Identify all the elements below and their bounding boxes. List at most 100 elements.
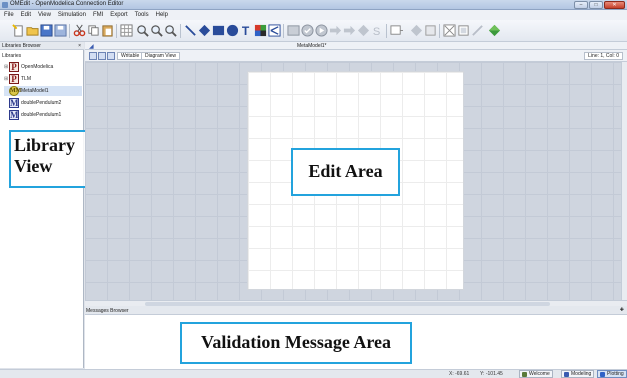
check-model-icon[interactable] bbox=[287, 24, 300, 37]
bitmap-tool-icon[interactable] bbox=[254, 24, 267, 37]
pause-icon[interactable]: S bbox=[371, 24, 384, 37]
welcome-icon bbox=[522, 372, 527, 377]
parametric-plot-icon[interactable] bbox=[410, 24, 423, 37]
messages-browser-header: Messages Browser ✚ bbox=[85, 306, 627, 315]
save-all-icon[interactable] bbox=[54, 24, 67, 37]
validation-message-annotation: Validation Message Area bbox=[180, 322, 412, 364]
maximize-button[interactable]: □ bbox=[589, 1, 603, 9]
perspective-welcome-button[interactable]: Welcome bbox=[519, 370, 553, 378]
open-folder-icon[interactable] bbox=[26, 24, 39, 37]
zoom-out-icon[interactable] bbox=[150, 24, 163, 37]
toolbar-separator bbox=[386, 24, 387, 38]
menu-simulation[interactable]: Simulation bbox=[58, 10, 86, 20]
toolbar-separator bbox=[180, 24, 181, 38]
polygon-tool-icon[interactable] bbox=[198, 24, 211, 37]
library-item-label: MetaModel1 bbox=[21, 88, 49, 94]
library-view-annotation: Library View bbox=[9, 130, 97, 188]
save-icon[interactable] bbox=[40, 24, 53, 37]
menu-bar: File Edit View Simulation FMI Export Tools Help bbox=[0, 10, 627, 20]
libraries-root: Libraries bbox=[2, 53, 22, 59]
cut-icon[interactable] bbox=[73, 24, 86, 37]
icon-view-icon[interactable] bbox=[89, 52, 97, 60]
library-item-tlm[interactable]: ⊞ P TLM bbox=[4, 74, 82, 84]
library-item-openmodelica[interactable]: ⊞ P OpenModelica bbox=[4, 62, 82, 72]
array-plot-icon[interactable] bbox=[443, 24, 456, 37]
menu-view[interactable]: View bbox=[38, 10, 51, 20]
cursor-x-readout: X: -69.61 bbox=[449, 371, 470, 377]
title-bar: OMEdit - OpenModelica Connection Editor … bbox=[0, 0, 627, 10]
tab-metamodel1[interactable]: MetaModel1* bbox=[297, 43, 326, 49]
menu-export[interactable]: Export bbox=[110, 10, 127, 20]
perspective-plotting-label: Plotting bbox=[607, 371, 624, 377]
menu-help[interactable]: Help bbox=[156, 10, 168, 20]
copy-icon[interactable] bbox=[87, 24, 100, 37]
diff-icon[interactable] bbox=[457, 24, 470, 37]
library-item-doublependulum1[interactable]: M doublePendulum1 bbox=[4, 110, 82, 120]
menu-file[interactable]: File bbox=[4, 10, 14, 20]
tlm-simulate-icon[interactable] bbox=[488, 24, 501, 37]
toolbar-separator bbox=[116, 24, 117, 38]
ellipse-tool-icon[interactable] bbox=[226, 24, 239, 37]
package-icon: P bbox=[9, 74, 19, 84]
library-item-label: doublePendulum2 bbox=[21, 100, 62, 106]
svg-text:T: T bbox=[242, 24, 250, 37]
plotting-icon bbox=[600, 372, 605, 377]
document-tab-bar: ◢ MetaModel1* bbox=[85, 42, 627, 50]
menu-tools[interactable]: Tools bbox=[135, 10, 149, 20]
simulation-setup-icon[interactable] bbox=[315, 24, 328, 37]
pin-icon[interactable]: ✚ bbox=[620, 307, 624, 313]
diagram-view-icon[interactable] bbox=[98, 52, 106, 60]
libraries-browser-header: Libraries Browser × bbox=[0, 42, 84, 50]
metamodel-icon: MM bbox=[9, 86, 22, 96]
status-bar: X: -69.61 Y: -101.45 Welcome Modeling Pl… bbox=[0, 369, 627, 378]
connect-mode-icon[interactable] bbox=[268, 24, 281, 37]
model-tab-icon[interactable]: ◢ bbox=[89, 43, 94, 50]
perspective-modeling-button[interactable]: Modeling bbox=[561, 370, 595, 378]
perspective-plotting-button[interactable]: Plotting bbox=[597, 370, 627, 378]
perspective-welcome-label: Welcome bbox=[529, 371, 550, 377]
vertical-scrollbar[interactable] bbox=[621, 62, 627, 300]
writable-label: Writable bbox=[117, 52, 144, 60]
rectangle-tool-icon[interactable] bbox=[212, 24, 225, 37]
expand-icon[interactable]: ⊞ bbox=[4, 76, 8, 82]
text-view-icon[interactable] bbox=[107, 52, 115, 60]
zoom-reset-icon[interactable] bbox=[164, 24, 177, 37]
line-col-indicator: Line: 1, Col: 0 bbox=[584, 52, 623, 60]
library-item-doublependulum2[interactable]: M doublePendulum2 bbox=[4, 98, 82, 108]
text-tool-icon[interactable]: T bbox=[240, 24, 253, 37]
toolbar-separator bbox=[283, 24, 284, 38]
validation-message-label: Validation Message Area bbox=[200, 332, 391, 352]
line-tool-icon[interactable] bbox=[184, 24, 197, 37]
run-icon[interactable] bbox=[471, 24, 484, 37]
new-file-icon[interactable] bbox=[12, 24, 25, 37]
toolbar-separator bbox=[69, 24, 70, 38]
plot-window-icon[interactable] bbox=[390, 24, 403, 37]
library-item-label: OpenModelica bbox=[21, 64, 54, 70]
menu-fmi[interactable]: FMI bbox=[93, 10, 103, 20]
model-icon: M bbox=[9, 110, 19, 120]
library-item-metamodel1[interactable]: MM MetaModel1 bbox=[4, 86, 82, 96]
expand-icon[interactable]: ⊞ bbox=[4, 64, 8, 70]
cursor-y-readout: Y: -101.45 bbox=[480, 371, 503, 377]
model-icon: M bbox=[9, 98, 19, 108]
library-item-label: doublePendulum1 bbox=[21, 112, 62, 118]
interactive-simulate-icon[interactable] bbox=[357, 24, 370, 37]
minimize-button[interactable]: – bbox=[574, 1, 588, 9]
close-icon[interactable]: × bbox=[78, 43, 81, 49]
window-title: OMEdit - OpenModelica Connection Editor bbox=[10, 1, 124, 7]
simulate-icon[interactable] bbox=[301, 24, 314, 37]
import-fmu-icon[interactable] bbox=[343, 24, 356, 37]
diagram-view-label: Diagram View bbox=[141, 52, 181, 60]
zoom-in-icon[interactable] bbox=[136, 24, 149, 37]
edit-area-annotation: Edit Area bbox=[291, 148, 400, 196]
clear-plot-icon[interactable] bbox=[424, 24, 437, 37]
app-icon bbox=[2, 2, 8, 8]
close-button[interactable]: ✕ bbox=[604, 1, 625, 9]
modeling-icon bbox=[564, 372, 569, 377]
grid-icon[interactable] bbox=[120, 24, 133, 37]
menu-edit[interactable]: Edit bbox=[21, 10, 31, 20]
library-item-label: TLM bbox=[21, 76, 31, 82]
export-fmu-icon[interactable] bbox=[329, 24, 342, 37]
paste-icon[interactable] bbox=[101, 24, 114, 37]
messages-browser-title: Messages Browser bbox=[86, 308, 129, 314]
